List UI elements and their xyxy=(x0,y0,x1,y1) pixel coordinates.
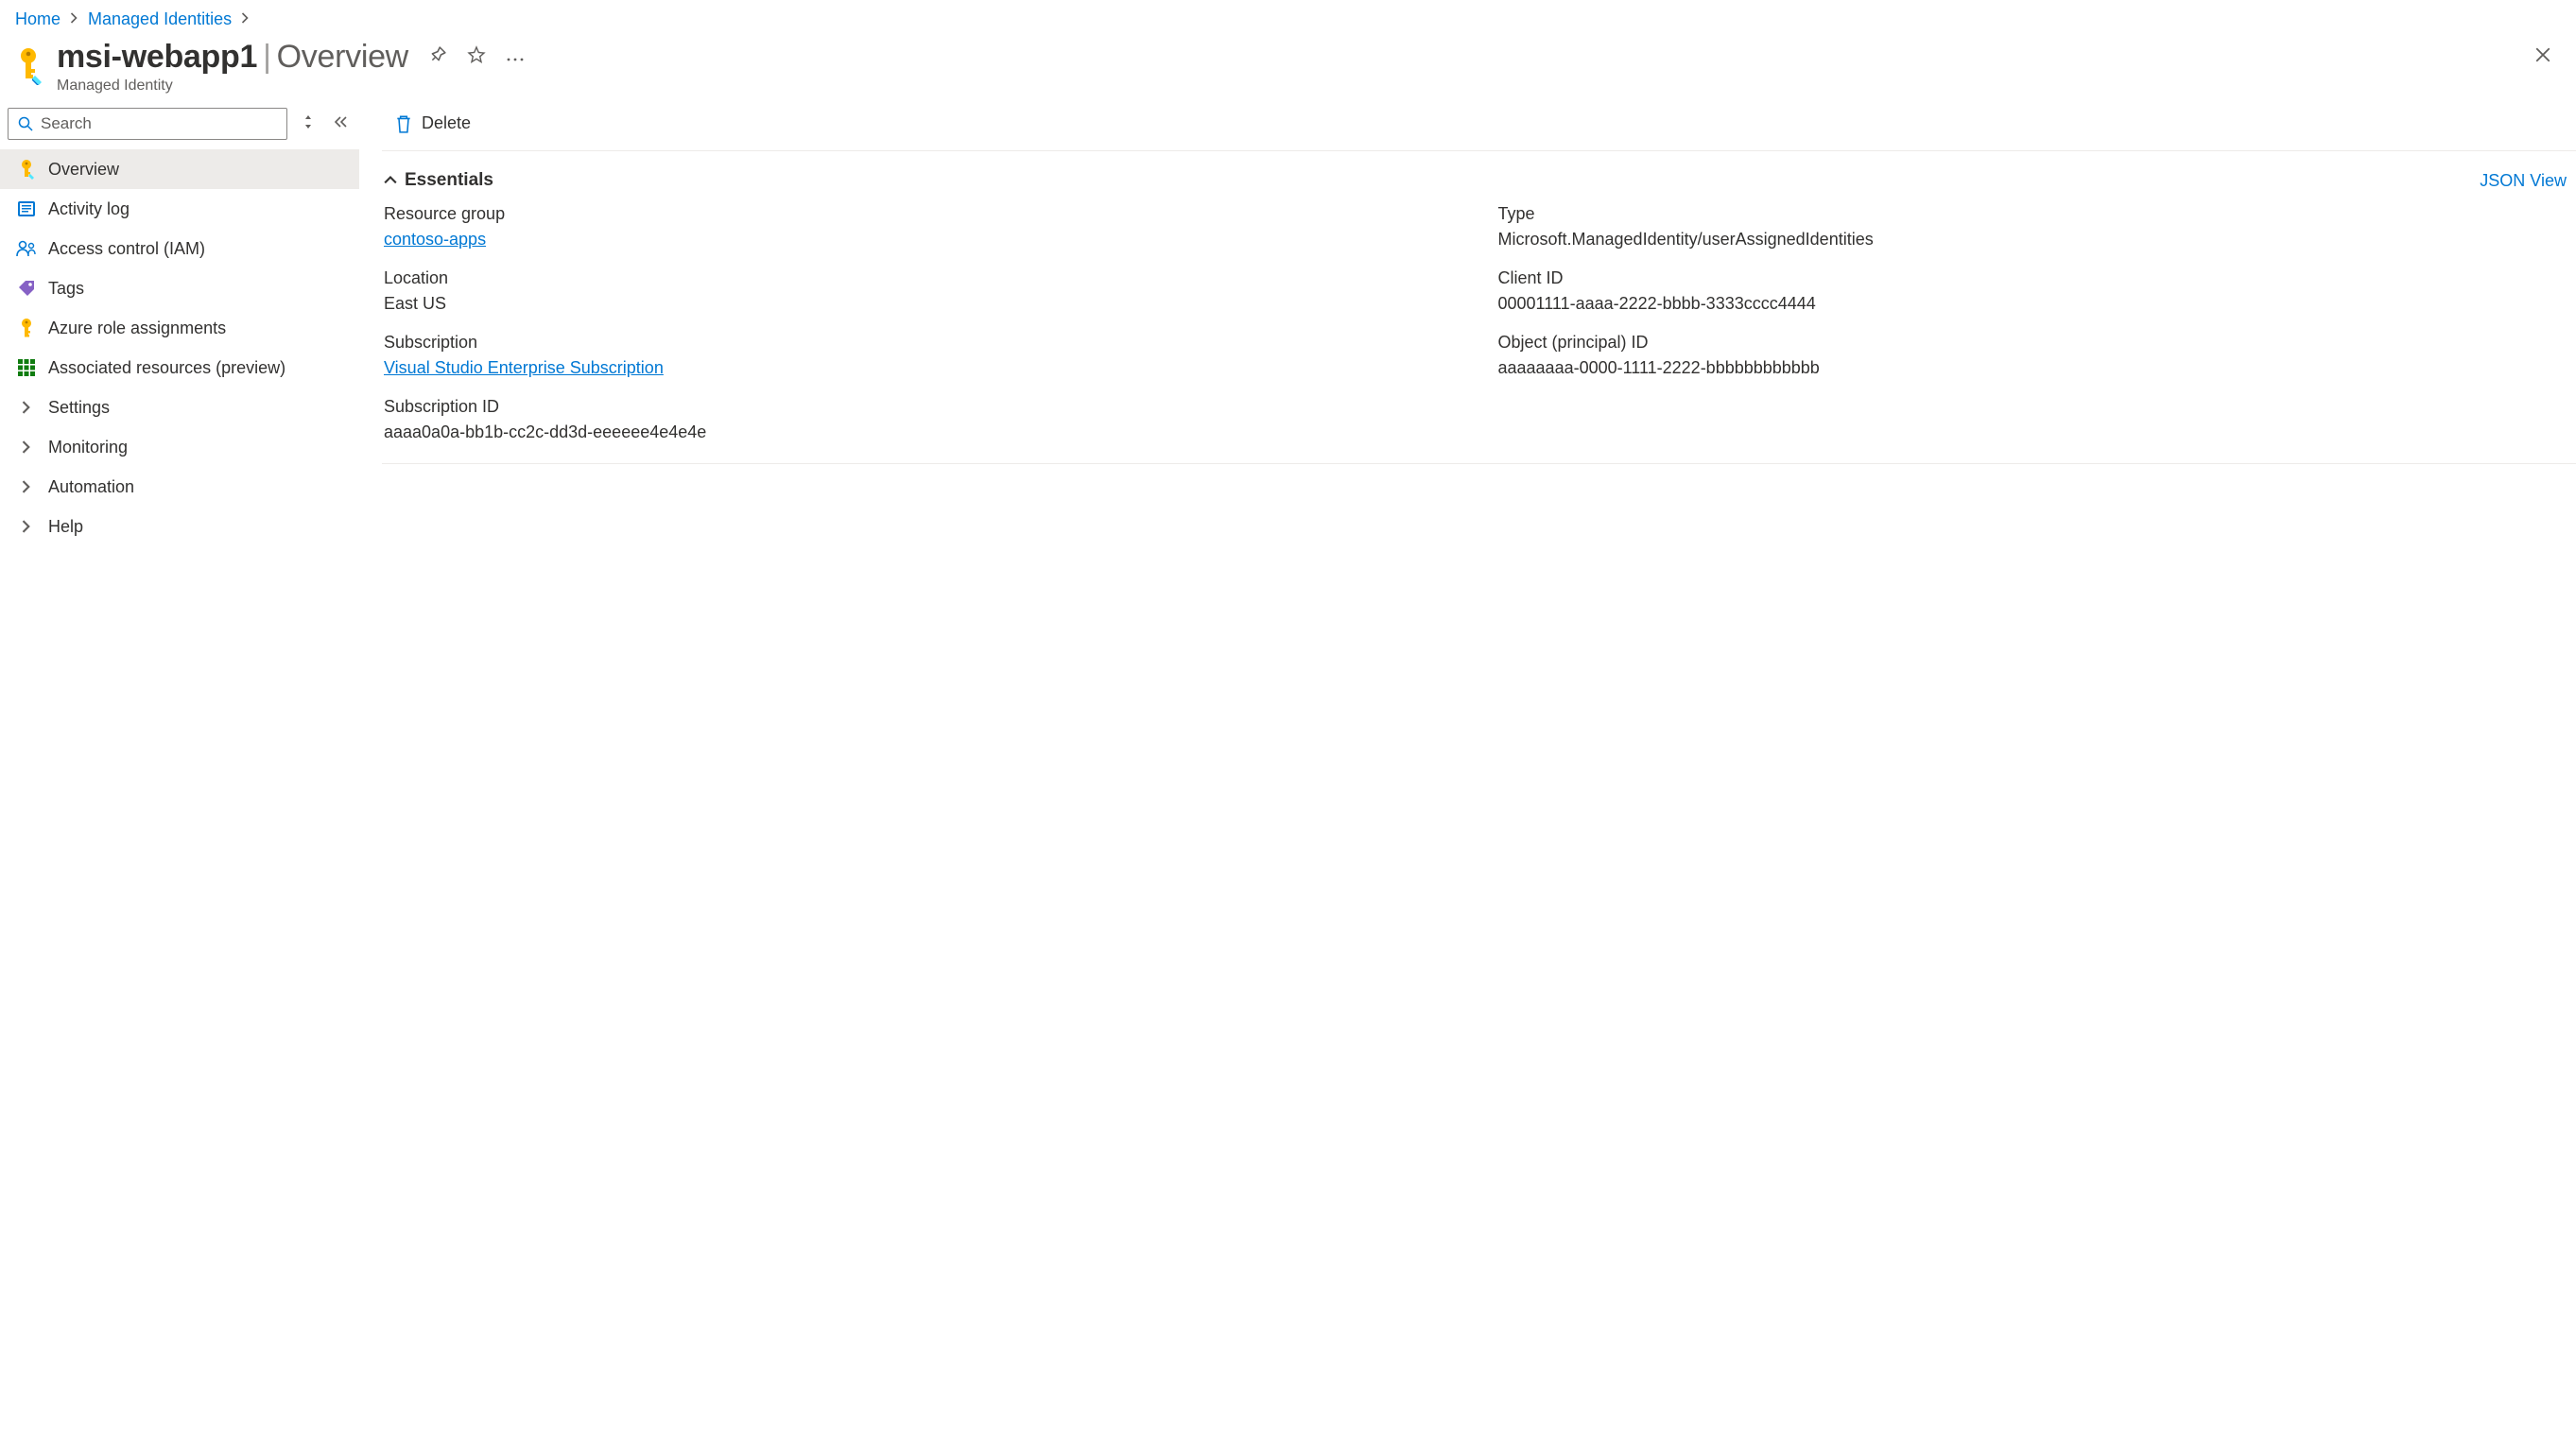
type-value: Microsoft.ManagedIdentity/userAssignedId… xyxy=(1498,230,2567,250)
sidebar-item-label: Overview xyxy=(48,160,119,180)
chevron-right-icon xyxy=(16,476,37,497)
chevron-right-icon xyxy=(16,437,37,457)
sidebar-item-overview[interactable]: Overview xyxy=(0,149,359,189)
breadcrumb: Home Managed Identities xyxy=(0,0,2576,33)
chevron-right-icon xyxy=(241,12,250,26)
collapse-button[interactable] xyxy=(329,112,352,137)
field-subscription: Subscription Visual Studio Enterprise Su… xyxy=(384,333,1453,378)
chevron-up-icon xyxy=(384,176,397,185)
field-location: Location East US xyxy=(384,268,1453,314)
people-icon xyxy=(16,238,37,259)
sidebar-item-monitoring[interactable]: Monitoring xyxy=(0,427,359,467)
client-id-value: 00001111-aaaa-2222-bbbb-3333cccc4444 xyxy=(1498,294,2567,314)
resource-group-link[interactable]: contoso-apps xyxy=(384,230,486,249)
subscription-id-value: aaaa0a0a-bb1b-cc2c-dd3d-eeeeee4e4e4e xyxy=(384,422,1453,442)
page-subtitle: Managed Identity xyxy=(57,78,524,95)
grid-icon xyxy=(16,357,37,378)
more-button[interactable] xyxy=(507,47,524,67)
location-value: East US xyxy=(384,294,1453,314)
sidebar-item-label: Tags xyxy=(48,279,84,299)
key-icon xyxy=(16,159,37,180)
sidebar-item-activity-log[interactable]: Activity log xyxy=(0,189,359,229)
sidebar-item-settings[interactable]: Settings xyxy=(0,388,359,427)
subscription-link[interactable]: Visual Studio Enterprise Subscription xyxy=(384,358,664,377)
sidebar-item-label: Access control (IAM) xyxy=(48,239,205,259)
sidebar-item-tags[interactable]: Tags xyxy=(0,268,359,308)
log-icon xyxy=(16,198,37,219)
delete-button[interactable]: Delete xyxy=(389,110,476,137)
sidebar-item-label: Help xyxy=(48,517,83,537)
sidebar-item-azure-role-assignments[interactable]: Azure role assignments xyxy=(0,308,359,348)
field-object-id: Object (principal) ID aaaaaaaa-0000-1111… xyxy=(1498,333,2567,378)
sidebar-item-label: Settings xyxy=(48,398,110,418)
sidebar-item-automation[interactable]: Automation xyxy=(0,467,359,507)
chevron-right-icon xyxy=(16,397,37,418)
close-button[interactable] xyxy=(2525,39,2561,75)
sidebar-item-access-control[interactable]: Access control (IAM) xyxy=(0,229,359,268)
chevron-right-icon xyxy=(70,12,78,26)
field-client-id: Client ID 00001111-aaaa-2222-bbbb-3333cc… xyxy=(1498,268,2567,314)
field-type: Type Microsoft.ManagedIdentity/userAssig… xyxy=(1498,204,2567,250)
field-resource-group: Resource group contoso-apps xyxy=(384,204,1453,250)
field-subscription-id: Subscription ID aaaa0a0a-bb1b-cc2c-dd3d-… xyxy=(384,397,1453,442)
favorite-button[interactable] xyxy=(467,45,486,69)
sidebar: Search Overview Activity log xyxy=(0,100,359,546)
expand-button[interactable] xyxy=(299,111,318,138)
trash-icon xyxy=(395,114,412,133)
key-icon xyxy=(16,318,37,338)
essentials-toggle[interactable]: Essentials xyxy=(384,170,493,191)
sidebar-item-label: Monitoring xyxy=(48,438,128,457)
search-icon xyxy=(18,116,33,131)
sidebar-item-help[interactable]: Help xyxy=(0,507,359,546)
toolbar: Delete xyxy=(382,100,2576,151)
sidebar-item-label: Automation xyxy=(48,477,134,497)
sidebar-item-label: Activity log xyxy=(48,199,130,219)
breadcrumb-home[interactable]: Home xyxy=(15,9,61,29)
pin-button[interactable] xyxy=(429,46,446,68)
sidebar-item-label: Associated resources (preview) xyxy=(48,358,285,378)
json-view-link[interactable]: JSON View xyxy=(2480,171,2567,191)
essentials-grid: Resource group contoso-apps Location Eas… xyxy=(382,204,2576,464)
chevron-right-icon xyxy=(16,516,37,537)
page-header: msi-webapp1|Overview Managed Identity xyxy=(0,33,2576,100)
content-pane: Delete Essentials JSON View Resource gro… xyxy=(359,100,2576,546)
search-input[interactable]: Search xyxy=(8,108,287,140)
tag-icon xyxy=(16,278,37,299)
sidebar-item-label: Azure role assignments xyxy=(48,319,226,338)
breadcrumb-parent[interactable]: Managed Identities xyxy=(88,9,232,29)
object-id-value: aaaaaaaa-0000-1111-2222-bbbbbbbbbbbb xyxy=(1498,358,2567,378)
key-icon xyxy=(11,44,45,88)
sidebar-item-associated-resources[interactable]: Associated resources (preview) xyxy=(0,348,359,388)
page-title: msi-webapp1|Overview xyxy=(57,39,408,76)
